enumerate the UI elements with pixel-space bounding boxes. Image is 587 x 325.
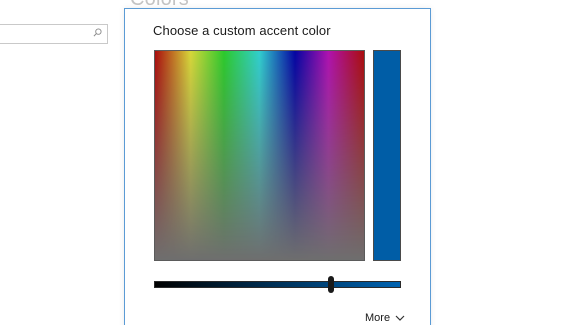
settings-screen: Colors Choose a custom accent color More bbox=[0, 0, 587, 325]
more-button[interactable]: More bbox=[365, 310, 405, 325]
dialog-title: Choose a custom accent color bbox=[153, 23, 331, 38]
search-input[interactable] bbox=[0, 24, 108, 44]
custom-accent-color-dialog: Choose a custom accent color More bbox=[124, 8, 431, 325]
color-spectrum-picker[interactable] bbox=[154, 50, 365, 261]
more-button-label: More bbox=[365, 312, 391, 324]
chevron-down-icon bbox=[395, 315, 405, 321]
search-icon bbox=[93, 28, 102, 37]
brightness-slider[interactable] bbox=[154, 276, 401, 293]
brightness-slider-thumb[interactable] bbox=[328, 276, 335, 293]
selected-color-preview bbox=[373, 50, 401, 261]
